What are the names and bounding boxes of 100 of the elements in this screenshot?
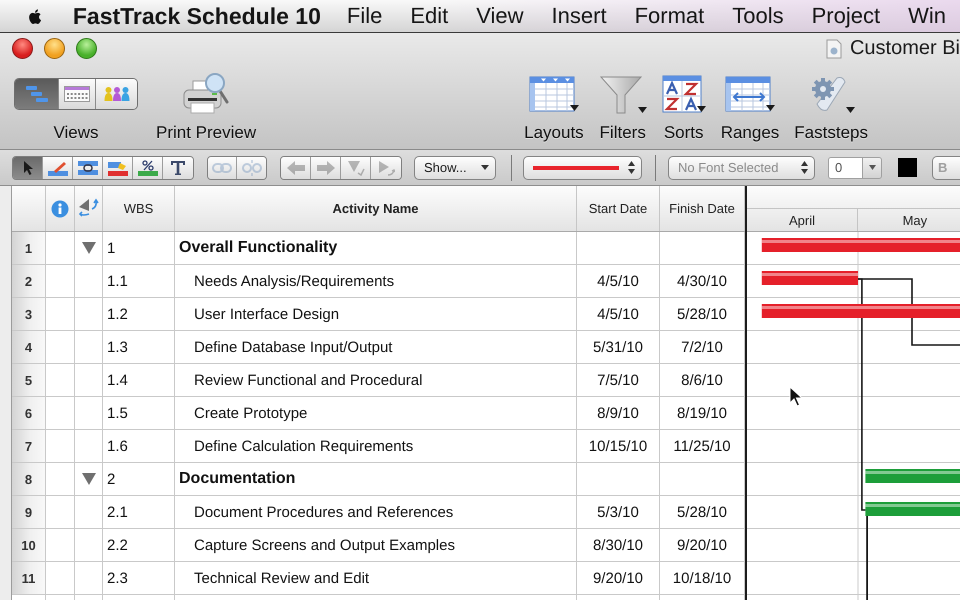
triangle-check-icon (346, 160, 364, 176)
menu-item[interactable]: Project (798, 3, 894, 29)
pencil-tool-button[interactable] (43, 156, 73, 178)
finish-date-cell: 7/2/10 (660, 331, 745, 363)
print-preview-button[interactable]: Print Preview (156, 71, 256, 143)
column-header[interactable]: Finish Date (660, 186, 745, 231)
font-size-field[interactable]: 0 (828, 156, 862, 178)
table-arrows-icon (724, 76, 771, 112)
menu-item[interactable]: File (332, 3, 396, 29)
close-button[interactable] (12, 38, 33, 59)
column-header[interactable]: Start Date (577, 186, 660, 231)
link-bar-tool-button[interactable] (73, 156, 103, 178)
start-date-cell: 9/20/10 (577, 562, 660, 594)
wbs-cell: 1.4 (103, 364, 175, 396)
menu-item[interactable]: Format (620, 3, 718, 29)
document-icon (826, 38, 842, 58)
start-date-cell: 4/5/10 (577, 298, 660, 330)
menu-item[interactable]: Win (894, 3, 960, 29)
toolbar-button[interactable]: Faststeps (794, 71, 868, 143)
expanded-triangle-icon[interactable] (82, 472, 96, 486)
row-number[interactable]: 1 (12, 232, 46, 264)
text-color-swatch-icon[interactable] (898, 158, 917, 177)
activity-name-cell: Create Prototype (175, 397, 577, 429)
calendar-view-button[interactable] (59, 79, 96, 109)
pointer-icon (22, 160, 34, 176)
finish-date-cell: 5/28/10 (660, 298, 745, 330)
row-number[interactable]: 5 (12, 364, 46, 396)
row-number[interactable]: 3 (12, 298, 46, 330)
summary-name-cell: Overall Functionality (175, 232, 577, 264)
minimize-button[interactable] (44, 38, 65, 59)
chain-link-icon (212, 162, 232, 174)
right-arrow-icon (316, 160, 334, 174)
row-number[interactable]: 9 (12, 496, 46, 528)
month-header: April (747, 209, 858, 231)
broken-link-icon (242, 160, 262, 176)
expanded-triangle-icon[interactable] (82, 241, 96, 255)
bars-view-button[interactable] (15, 79, 59, 109)
color-bars-icon (108, 160, 128, 176)
wbs-cell: 1.1 (103, 265, 175, 297)
activity-name-cell: User Interface Design (175, 298, 577, 330)
menu-item[interactable]: Insert (538, 3, 621, 29)
wbs-cell: 1.3 (103, 331, 175, 363)
wbs-cell: 2.3 (103, 562, 175, 594)
people-icon (104, 86, 130, 102)
start-date-cell: 8/9/10 (577, 397, 660, 429)
percent-tool-button[interactable] (133, 156, 163, 178)
mouse-pointer-icon (789, 386, 803, 408)
text-t-icon (170, 160, 186, 176)
sort-table-icon (662, 75, 702, 113)
line-style-popup[interactable] (523, 156, 642, 180)
summary-name-cell: Documentation (175, 463, 577, 495)
finish-date-cell: 8/19/10 (660, 397, 745, 429)
caret-icon (868, 165, 876, 170)
menu-item[interactable]: View (462, 3, 538, 29)
finish-date-cell: 10/18/10 (660, 562, 745, 594)
column-header[interactable]: WBS (103, 186, 175, 231)
app-menu[interactable]: FastTrack Schedule 10 (72, 2, 321, 30)
calendar-icon (64, 86, 90, 102)
activity-name-cell: Define Database Input/Output (175, 331, 577, 363)
wbs-cell: 2.2 (103, 529, 175, 561)
left-arrow-icon (286, 160, 304, 174)
wbs-cell: 1 (103, 232, 175, 264)
show-menu-button[interactable]: Show... (414, 156, 496, 180)
linked-bars-icon (78, 160, 98, 176)
row-number[interactable]: 4 (12, 331, 46, 363)
wbs-cell: 1.2 (103, 298, 175, 330)
finish-date-cell: 9/20/10 (660, 529, 745, 561)
printer-magnifier-icon (183, 72, 230, 116)
pointer-tool-button[interactable] (13, 156, 43, 178)
up-down-arrows-icon (628, 161, 635, 174)
zoom-button[interactable] (76, 38, 97, 59)
info-icon (51, 200, 69, 218)
people-view-button[interactable] (96, 79, 137, 109)
row-number[interactable]: 11 (12, 562, 46, 594)
start-date-cell: 10/15/10 (577, 430, 660, 462)
toolbar-button[interactable]: Sorts (662, 71, 706, 143)
row-number[interactable]: 2 (12, 265, 46, 297)
toolbar-button[interactable]: Layouts (524, 71, 584, 143)
row-number[interactable]: 6 (12, 397, 46, 429)
wbs-cell: 2.1 (103, 496, 175, 528)
funnel-icon (598, 74, 643, 114)
activity-name-cell: Review Functional and Procedural (175, 364, 577, 396)
finish-date-cell: 11/25/10 (660, 430, 745, 462)
percent-bar-icon (138, 160, 158, 176)
toolbar-label: Views (53, 123, 99, 143)
start-date-cell: 4/5/10 (577, 265, 660, 297)
font-size-menu-button[interactable] (862, 156, 882, 178)
menu-item[interactable]: Tools (718, 3, 798, 29)
toolbar-button[interactable]: Filters (598, 71, 647, 143)
color-bars-tool-button[interactable] (103, 156, 133, 178)
caret-icon (481, 165, 489, 170)
toolbar-button[interactable]: Ranges (720, 71, 780, 143)
menu-item[interactable]: Edit (396, 3, 462, 29)
row-number[interactable]: 7 (12, 430, 46, 462)
row-number[interactable]: 8 (12, 463, 46, 495)
text-tool-button[interactable] (163, 156, 193, 178)
activity-name-cell: Document Procedures and References (175, 496, 577, 528)
column-header[interactable]: Activity Name (175, 186, 577, 231)
start-date-cell: 7/5/10 (577, 364, 660, 396)
row-number[interactable]: 10 (12, 529, 46, 561)
